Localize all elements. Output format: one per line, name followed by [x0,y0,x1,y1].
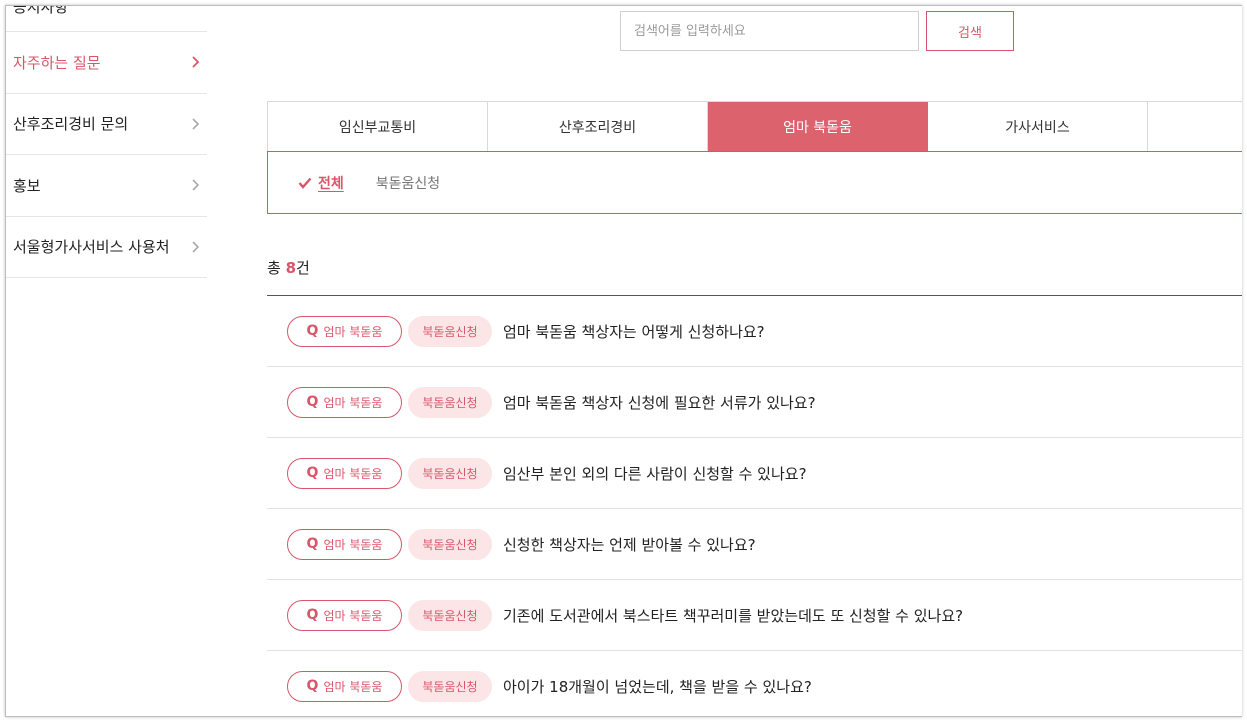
tag-badge: 북돋움신청 [408,315,492,347]
faq-row[interactable]: Q 엄마 북돋움 북돋움신청 엄마 북돋움 책상자 신청에 필요한 서류가 있나요… [267,367,1242,438]
q-mark: Q [306,536,319,552]
sidebar-item-promotion[interactable]: 홍보 [6,155,207,217]
sidebar-item-label: 산후조리경비 문의 [13,115,129,134]
q-mark: Q [306,465,319,481]
question-text: 엄마 북돋움 책상자는 어떻게 신청하나요? [503,322,765,341]
tag-badge: 북돋움신청 [408,599,492,631]
sidebar-item-label: 자주하는 질문 [13,53,101,72]
faq-list: Q 엄마 북돋움 북돋움신청 엄마 북돋움 책상자는 어떻게 신청하나요? Q 엄마… [267,295,1242,716]
faq-row[interactable]: Q 엄마 북돋움 북돋움신청 임산부 본인 외의 다른 사람이 신청할 수 있나요… [267,438,1242,509]
q-mark: Q [306,394,319,410]
question-text: 엄마 북돋움 책상자 신청에 필요한 서류가 있나요? [503,393,816,412]
sidebar-item-label: 서울형가사서비스 사용처 [13,238,170,257]
question-text: 임산부 본인 외의 다른 사람이 신청할 수 있나요? [503,464,807,483]
tag-badge: 북돋움신청 [408,386,492,418]
faq-row[interactable]: Q 엄마 북돋움 북돋움신청 기존에 도서관에서 북스타트 책꾸러미를 받았는데도… [267,580,1242,651]
tag-badge: 북돋움신청 [408,457,492,489]
q-mark: Q [306,607,319,623]
category-badge: Q 엄마 북돋움 [287,386,402,418]
tab-mom-bookdoum[interactable]: 엄마 북돋움 [708,102,928,152]
chevron-right-icon [192,118,200,130]
sidebar-item-label: 공지사항 [13,6,69,16]
filter-all[interactable]: 전체 [298,173,344,193]
tab-next[interactable]: 서 [1148,102,1242,152]
browser-viewport: 공지사항 자주하는 질문 산후조리경비 문의 홍보 서울형가사서비스 사용처 검… [5,5,1242,717]
faq-row[interactable]: Q 엄마 북돋움 북돋움신청 신청한 책상자는 언제 받아볼 수 있나요? [267,509,1242,580]
category-badge: Q 엄마 북돋움 [287,315,402,347]
filter-bookdoum-apply[interactable]: 북돋움신청 [376,173,440,193]
category-badge: Q 엄마 북돋움 [287,457,402,489]
question-text: 신청한 책상자는 언제 받아볼 수 있나요? [503,535,756,554]
chevron-right-icon [192,56,200,68]
sidebar-item-postpartum-inquiry[interactable]: 산후조리경비 문의 [6,94,207,155]
category-badge: Q 엄마 북돋움 [287,599,402,631]
result-count: 총 8건 [267,259,310,277]
question-text: 기존에 도서관에서 북스타트 책꾸러미를 받았는데도 또 신청할 수 있나요? [503,606,964,625]
q-mark: Q [306,323,319,339]
search-button[interactable]: 검색 [926,11,1014,51]
faq-row[interactable]: Q 엄마 북돋움 북돋움신청 아이가 18개월이 넘었는데, 책을 받을 수 있나… [267,651,1242,716]
subcategory-filter: 전체 북돋움신청 [267,151,1242,214]
sidebar-item-label: 홍보 [13,176,41,195]
tag-badge: 북돋움신청 [408,670,492,702]
sidebar-item-faq[interactable]: 자주하는 질문 [6,32,207,94]
filter-label: 전체 [318,175,344,192]
tab-pregnant-transport[interactable]: 임신부교통비 [268,102,488,152]
tag-badge: 북돋움신청 [408,528,492,560]
chevron-right-icon [192,241,200,253]
search-input[interactable] [620,11,919,51]
sidebar-item-housekeeping-places[interactable]: 서울형가사서비스 사용처 [6,217,207,278]
tab-postpartum-care[interactable]: 산후조리경비 [488,102,708,152]
category-badge: Q 엄마 북돋움 [287,528,402,560]
sidebar-item-notice[interactable]: 공지사항 [6,6,207,32]
category-badge: Q 엄마 북돋움 [287,670,402,702]
category-tabs: 임신부교통비 산후조리경비 엄마 북돋움 가사서비스 서 [267,101,1242,152]
check-icon [298,177,312,189]
filter-label: 북돋움신청 [375,175,441,192]
count-number: 8 [285,259,297,277]
faq-row[interactable]: Q 엄마 북돋움 북돋움신청 엄마 북돋움 책상자는 어떻게 신청하나요? [267,296,1242,367]
q-mark: Q [306,678,319,694]
sidebar: 공지사항 자주하는 질문 산후조리경비 문의 홍보 서울형가사서비스 사용처 [6,6,207,278]
question-text: 아이가 18개월이 넘었는데, 책을 받을 수 있나요? [503,677,812,696]
tab-housekeeping[interactable]: 가사서비스 [928,102,1148,152]
chevron-right-icon [192,179,200,191]
